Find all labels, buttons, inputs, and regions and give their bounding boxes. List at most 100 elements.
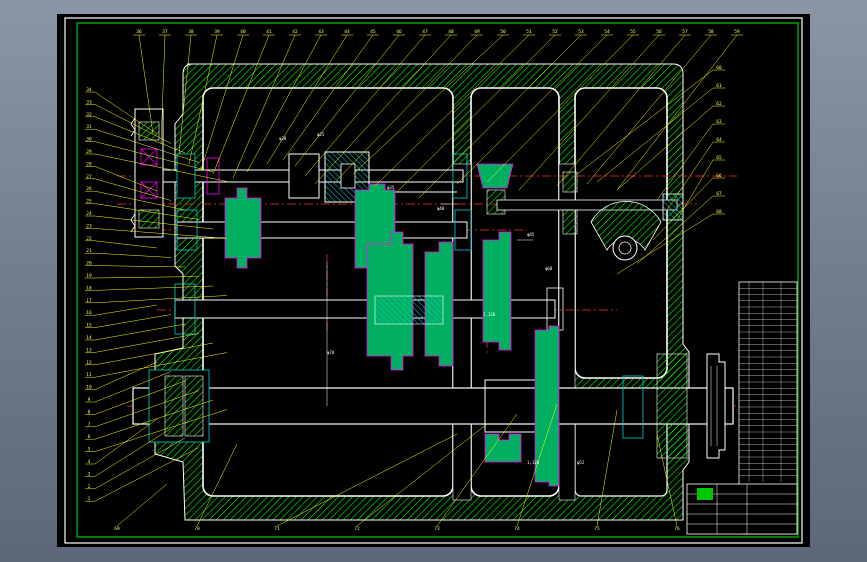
leader-line bbox=[94, 323, 186, 341]
callout-left-25: 25 bbox=[86, 199, 92, 205]
callout-top-52: 52 bbox=[552, 29, 558, 35]
callout-top-58: 58 bbox=[708, 29, 714, 35]
callout-top-51: 51 bbox=[526, 29, 532, 35]
callout-top-49: 49 bbox=[474, 29, 480, 35]
callout-top-47: 47 bbox=[422, 29, 428, 35]
callout-right-66: 66 bbox=[716, 173, 722, 179]
dimension-label: φ45 bbox=[527, 232, 535, 237]
dimension-label: φ25 bbox=[317, 132, 325, 137]
callout-left-12: 12 bbox=[86, 360, 92, 366]
callout-top-42: 42 bbox=[292, 29, 298, 35]
callout-left-7: 7 bbox=[88, 422, 91, 428]
dimension-label: φ30 bbox=[279, 136, 287, 141]
callout-top-36: 36 bbox=[136, 29, 142, 35]
callout-top-40: 40 bbox=[240, 29, 246, 35]
callout-left-16: 16 bbox=[86, 310, 92, 316]
callout-top-59: 59 bbox=[734, 29, 740, 35]
callout-left-13: 13 bbox=[86, 347, 92, 353]
callout-bottom-73: 73 bbox=[434, 526, 440, 532]
dimension-label: φ52 bbox=[577, 460, 585, 465]
callout-left-2: 2 bbox=[88, 484, 91, 490]
callout-left-14: 14 bbox=[86, 335, 92, 341]
callout-left-19: 19 bbox=[86, 273, 92, 279]
callout-left-29: 29 bbox=[86, 149, 92, 155]
callout-left-1: 1 bbox=[88, 496, 91, 502]
dimension-label: φ35 bbox=[387, 185, 395, 190]
callout-left-24: 24 bbox=[86, 211, 92, 217]
callout-right-62: 62 bbox=[716, 101, 722, 107]
callout-left-23: 23 bbox=[86, 223, 92, 229]
callout-right-64: 64 bbox=[716, 137, 722, 143]
callout-left-4: 4 bbox=[88, 459, 91, 465]
dimension-label: 1,120 bbox=[527, 460, 540, 465]
callout-bottom-72: 72 bbox=[354, 526, 360, 532]
callout-top-37: 37 bbox=[162, 29, 168, 35]
callout-bottom-69: 69 bbox=[114, 526, 120, 532]
callout-left-33: 33 bbox=[86, 99, 92, 105]
leader-line bbox=[94, 361, 158, 390]
callout-left-8: 8 bbox=[88, 409, 91, 415]
callout-left-28: 28 bbox=[86, 161, 92, 167]
leader-line bbox=[94, 252, 172, 258]
callout-left-11: 11 bbox=[86, 372, 92, 378]
callout-bottom-70: 70 bbox=[194, 526, 200, 532]
callout-left-27: 27 bbox=[86, 174, 92, 180]
leader-line bbox=[94, 240, 158, 249]
callout-left-26: 26 bbox=[86, 186, 92, 192]
gearbox-housing bbox=[154, 63, 690, 521]
callout-bottom-75: 75 bbox=[594, 526, 600, 532]
callout-top-43: 43 bbox=[318, 29, 324, 35]
leader-line bbox=[94, 265, 186, 268]
callout-right-68: 68 bbox=[716, 209, 722, 215]
leader-line bbox=[94, 437, 186, 490]
callout-top-48: 48 bbox=[448, 29, 454, 35]
callout-top-50: 50 bbox=[500, 29, 506, 35]
callout-top-56: 56 bbox=[656, 29, 662, 35]
gearbox-drawing: 36 37 38 39 40 41 42 43 44 45 46 47 48 49 50 51 52 53 54 55… bbox=[64, 17, 803, 544]
callout-top-54: 54 bbox=[604, 29, 610, 35]
callout-left-9: 9 bbox=[88, 397, 91, 403]
dimension-label: φ70 bbox=[327, 350, 335, 355]
dimension-label: φ40 bbox=[437, 206, 445, 211]
cad-viewport[interactable]: 36 37 38 39 40 41 42 43 44 45 46 47 48 49 50 51 52 53 54 55… bbox=[57, 14, 810, 547]
callout-top-41: 41 bbox=[266, 29, 272, 35]
callout-bottom-71: 71 bbox=[274, 526, 280, 532]
callout-left-5: 5 bbox=[88, 447, 91, 453]
callout-top-44: 44 bbox=[344, 29, 350, 35]
callout-top-46: 46 bbox=[396, 29, 402, 35]
callout-left-10: 10 bbox=[86, 385, 92, 391]
callout-top-39: 39 bbox=[214, 29, 220, 35]
callout-left-34: 34 bbox=[86, 87, 92, 93]
callout-left-30: 30 bbox=[86, 137, 92, 143]
callout-right-67: 67 bbox=[716, 191, 722, 197]
input-pulley bbox=[130, 108, 164, 238]
leader-line bbox=[94, 304, 158, 316]
callout-top-55: 55 bbox=[630, 29, 636, 35]
callout-left-32: 32 bbox=[86, 112, 92, 118]
dimension-label: 1,120 bbox=[483, 312, 496, 317]
callout-left-3: 3 bbox=[88, 471, 91, 477]
callout-bottom-74: 74 bbox=[514, 526, 520, 532]
callout-top-38: 38 bbox=[188, 29, 194, 35]
callout-left-6: 6 bbox=[88, 434, 91, 440]
leader-line bbox=[94, 418, 158, 465]
leader-line bbox=[94, 314, 172, 328]
leader-line bbox=[116, 483, 168, 527]
green-stamp bbox=[697, 488, 713, 500]
callout-left-31: 31 bbox=[86, 124, 92, 130]
callout-right-61: 61 bbox=[716, 83, 722, 89]
title-block bbox=[686, 483, 798, 535]
callout-top-53: 53 bbox=[578, 29, 584, 35]
dimension-label: φ60 bbox=[545, 266, 553, 271]
callout-left-15: 15 bbox=[86, 323, 92, 329]
callout-left-22: 22 bbox=[86, 236, 92, 242]
callout-right-65: 65 bbox=[716, 155, 722, 161]
callout-bottom-76: 76 bbox=[674, 526, 680, 532]
callout-right-63: 63 bbox=[716, 119, 722, 125]
callout-top-57: 57 bbox=[682, 29, 688, 35]
callout-right-60: 60 bbox=[716, 65, 722, 71]
callout-left-21: 21 bbox=[86, 248, 92, 254]
callout-left-17: 17 bbox=[86, 298, 92, 304]
callout-top-45: 45 bbox=[370, 29, 376, 35]
callout-left-18: 18 bbox=[86, 285, 92, 291]
